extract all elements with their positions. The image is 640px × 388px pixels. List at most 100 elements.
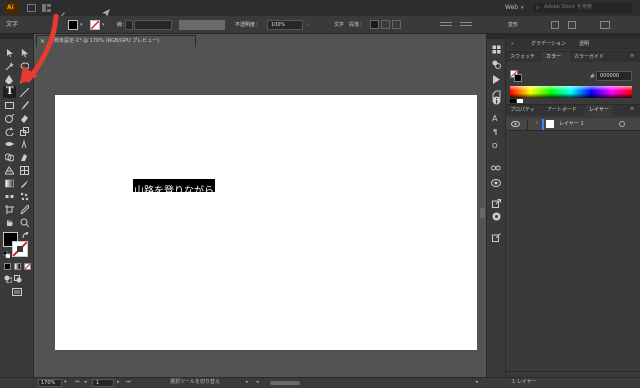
color-panel-menu-icon[interactable]: ≡ [630, 53, 634, 59]
default-fill-stroke-icon[interactable] [3, 251, 10, 258]
links-panel-icon[interactable] [491, 164, 501, 172]
color-spectrum-bar[interactable] [510, 86, 632, 98]
tab-color[interactable]: カラー [546, 54, 561, 61]
width-tool-icon[interactable] [5, 140, 14, 149]
slice-tool-icon[interactable] [20, 205, 29, 214]
screen-mode-icon[interactable] [12, 288, 22, 296]
variable-width-profile[interactable] [179, 20, 225, 30]
spectrum-black-chip[interactable] [510, 99, 516, 103]
paragraph-panel-icon[interactable]: ¶ [493, 128, 497, 136]
library-icon[interactable] [27, 4, 36, 12]
tab-artboards[interactable]: アートボード [547, 107, 577, 114]
expand-layer-chevron-icon[interactable]: › [536, 120, 538, 126]
last-artboard-icon[interactable]: ⏭ [126, 379, 131, 385]
tab-gradient[interactable]: グラデーション [531, 41, 566, 48]
brush-icon[interactable] [58, 4, 66, 19]
live-paint-tool-icon[interactable] [20, 153, 29, 162]
share-panel-icon[interactable] [492, 233, 501, 242]
distribute-objects-icon[interactable] [460, 22, 472, 26]
appearance-panel-icon[interactable] [491, 178, 501, 188]
gradient-mode-icon[interactable] [14, 263, 21, 270]
asset-export-panel-icon[interactable] [492, 212, 501, 221]
send-icon[interactable] [101, 3, 111, 17]
perspective-grid-tool-icon[interactable] [5, 166, 14, 175]
color-mode-icon[interactable] [4, 263, 11, 270]
info-panel-icon[interactable] [492, 96, 501, 105]
status-menu-icon[interactable]: ▸ [246, 379, 249, 385]
scroll-left-icon[interactable]: ◂ [256, 379, 259, 385]
align-center-icon[interactable] [381, 20, 390, 29]
shaper-tool-icon[interactable] [5, 114, 14, 123]
shape-builder-tool-icon[interactable] [5, 153, 14, 162]
selection-tool-icon[interactable] [6, 49, 14, 58]
line-segment-tool-icon[interactable] [20, 88, 29, 97]
mesh-tool-icon[interactable] [20, 166, 29, 175]
tab-layers[interactable]: レイヤー [589, 107, 609, 114]
draw-normal-icon[interactable] [4, 275, 12, 283]
rectangle-tool-icon[interactable] [5, 101, 14, 110]
pen-tool-icon[interactable] [5, 75, 14, 84]
play-action-icon[interactable] [492, 75, 501, 84]
collapse-icon[interactable]: » [511, 41, 514, 47]
zoom-field[interactable]: 170% [38, 379, 62, 387]
opacity-chevron-icon[interactable]: › [307, 22, 309, 28]
puppet-warp-tool-icon[interactable] [20, 140, 29, 149]
tab-transparency[interactable]: 透明 [579, 41, 589, 48]
stroke-color-swatch[interactable] [12, 241, 28, 257]
color-panel-fill-swatch[interactable] [514, 74, 522, 82]
isolate-icon[interactable] [551, 21, 559, 29]
stroke-weight-field[interactable] [134, 20, 172, 30]
stock-search-input[interactable]: ⌕ Adobe Stock を検索 [533, 3, 633, 13]
tab-properties[interactable]: プロパティ [510, 107, 535, 114]
align-right-icon[interactable] [392, 20, 401, 29]
opacity-field[interactable]: 100% [267, 20, 303, 30]
eraser-tool-icon[interactable] [20, 114, 29, 123]
artboard[interactable]: 山路を登りながら [55, 95, 477, 350]
layer-target-icon[interactable] [619, 121, 625, 127]
blend-tool-icon[interactable] [5, 192, 14, 201]
first-artboard-icon[interactable]: ⏮ [75, 379, 80, 385]
previous-artboard-icon[interactable]: ◂ [84, 379, 87, 385]
libraries-panel-icon[interactable] [492, 45, 501, 54]
vertical-scrollbar-thumb[interactable] [480, 208, 485, 218]
layers-panel-menu-icon[interactable]: ≡ [630, 106, 634, 112]
none-mode-icon[interactable] [24, 263, 31, 270]
tab-swatches[interactable]: スウォッチ [510, 54, 535, 61]
workspace-switcher[interactable]: Web [505, 4, 518, 12]
paragraph-panel-link[interactable]: 段落： [349, 22, 364, 29]
align-left-icon[interactable] [370, 20, 379, 29]
stroke-weight-stepper[interactable] [125, 20, 133, 30]
hex-value-field[interactable]: 000000 [596, 71, 632, 81]
fill-swatch[interactable] [68, 20, 78, 30]
horizontal-scrollbar-thumb[interactable] [270, 381, 300, 385]
stroke-chevron-icon[interactable]: ▾ [102, 22, 105, 28]
eyedropper-tool-icon[interactable] [20, 179, 29, 188]
visibility-eye-icon[interactable] [511, 121, 520, 127]
align-objects-icon[interactable] [440, 22, 452, 26]
gradient-tool-icon[interactable] [5, 179, 14, 188]
selected-text-object[interactable]: 山路を登りながら [133, 179, 215, 197]
panel-menu-icon[interactable] [600, 21, 610, 29]
zoom-tool-icon[interactable] [20, 218, 29, 227]
character-panel-icon[interactable]: A [492, 114, 497, 123]
fill-chevron-icon[interactable]: ▾ [80, 22, 83, 28]
scale-tool-icon[interactable] [20, 127, 29, 136]
draw-behind-icon[interactable] [14, 275, 22, 283]
swap-fill-stroke-icon[interactable] [22, 232, 30, 240]
type-tool-icon[interactable]: T [6, 87, 13, 97]
artboard-text[interactable]: 山路を登りながら [134, 186, 214, 197]
layer-name[interactable]: レイヤー 1 [559, 121, 584, 128]
rotate-tool-icon[interactable] [5, 127, 14, 136]
artboard-number-field[interactable]: 1 [92, 379, 114, 387]
document-arrange-icon[interactable] [42, 4, 52, 12]
paintbrush-tool-icon[interactable] [20, 101, 29, 110]
magic-wand-tool-icon[interactable] [5, 62, 14, 71]
color-guide-panel-icon[interactable] [492, 60, 501, 69]
workspace-chevron-icon[interactable]: ▾ [521, 5, 524, 11]
character-panel-link[interactable]: 文字 [334, 22, 344, 29]
artboard-tool-icon[interactable] [5, 205, 14, 214]
zoom-chevron-icon[interactable]: ▾ [64, 379, 67, 385]
hand-tool-icon[interactable] [5, 218, 14, 227]
export-panel-icon[interactable] [492, 199, 501, 208]
tab-color-guide[interactable]: カラーガイド [574, 54, 604, 61]
